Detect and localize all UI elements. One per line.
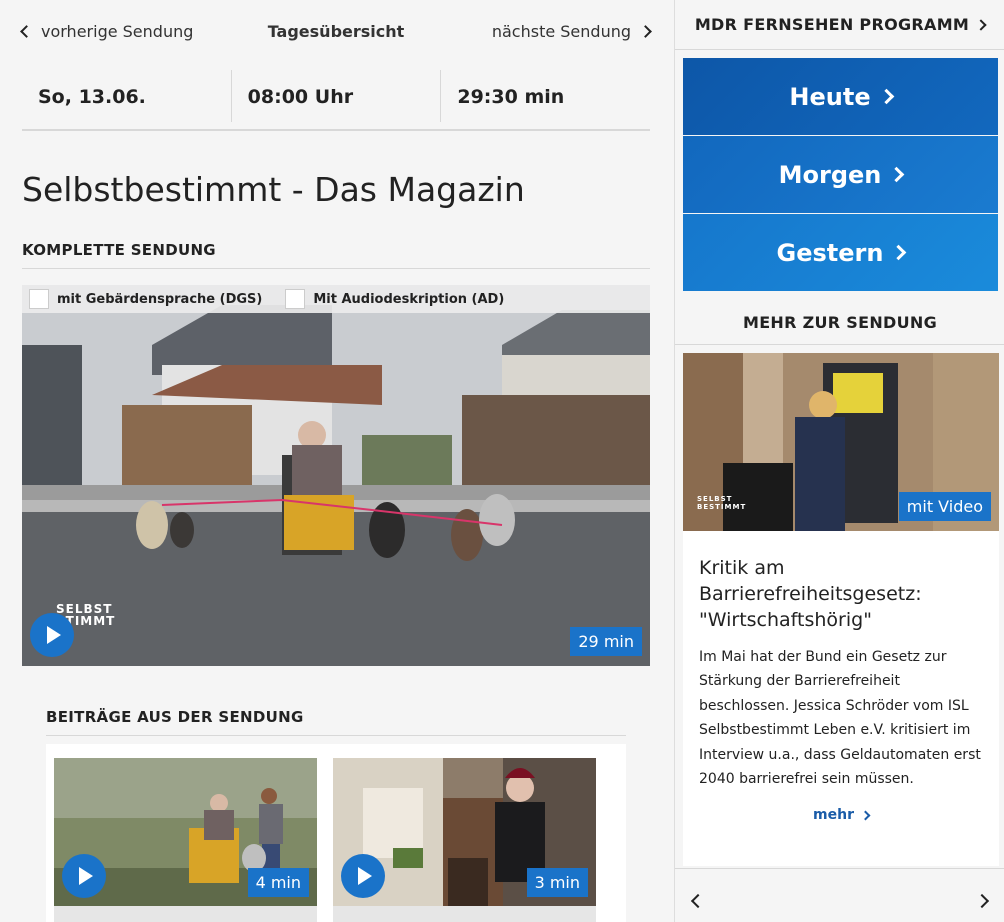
previous-teaser-button[interactable] — [689, 887, 707, 914]
accessibility-options: mit Gebärdensprache (DGS) Mit Audiodeskr… — [22, 285, 650, 313]
page-title: Selbstbestimmt - Das Magazin — [22, 170, 525, 209]
chevron-right-icon — [860, 810, 871, 820]
chevron-right-icon — [974, 893, 990, 909]
teaser-title[interactable]: Kritik am Barrierefreiheitsgesetz: "Wirt… — [699, 555, 989, 633]
ad-checkbox[interactable] — [285, 289, 306, 309]
day-button-label: Gestern — [776, 238, 884, 267]
broadcast-info-bar: So, 13.06. 08:00 Uhr 29:30 min — [22, 70, 650, 131]
program-navigation: vorherige Sendung Tagesübersicht nächste… — [20, 22, 652, 48]
duration-badge: 3 min — [526, 868, 588, 897]
duration-badge: 4 min — [247, 868, 309, 897]
chevron-left-icon — [690, 893, 706, 909]
play-icon — [358, 867, 372, 885]
play-icon — [79, 867, 93, 885]
day-button-today[interactable]: Heute — [683, 58, 998, 135]
sidebar: MDR FERNSEHEN PROGRAMM Heute Morgen Gest… — [674, 0, 1004, 922]
duration-badge: 29 min — [570, 627, 642, 656]
program-schedule-link[interactable]: MDR FERNSEHEN PROGRAMM — [675, 0, 1004, 50]
play-button[interactable] — [30, 613, 74, 657]
chevron-right-icon — [878, 88, 894, 105]
teaser-image[interactable]: SELBST BESTIMMT mit Video — [683, 353, 999, 531]
main-column: vorherige Sendung Tagesübersicht nächste… — [0, 0, 672, 922]
chevron-right-icon — [889, 166, 905, 183]
prev-broadcast-link[interactable]: vorherige Sendung — [20, 22, 194, 41]
play-icon — [47, 626, 61, 644]
teaser-card: Kritik am Barrierefreiheitsgesetz: "Wirt… — [683, 531, 999, 866]
chevron-right-icon — [639, 25, 652, 38]
chevron-left-icon — [20, 25, 33, 38]
more-link[interactable]: mehr — [683, 807, 999, 823]
day-button-label: Morgen — [778, 160, 882, 189]
next-broadcast-label: nächste Sendung — [491, 22, 631, 41]
more-about-show-heading: MEHR ZUR SENDUNG — [675, 300, 1004, 345]
video-player[interactable]: mit Gebärdensprache (DGS) Mit Audiodeskr… — [22, 285, 650, 666]
next-teaser-button[interactable] — [973, 887, 991, 914]
contribution-card[interactable]: 3 min — [333, 758, 596, 922]
dgs-option[interactable]: mit Gebärdensprache (DGS) — [29, 289, 262, 309]
contribution-card[interactable]: 4 min — [54, 758, 317, 922]
dgs-label: mit Gebärdensprache (DGS) — [57, 291, 263, 307]
program-schedule-label: MDR FERNSEHEN PROGRAMM — [694, 15, 970, 34]
prev-broadcast-label: vorherige Sendung — [41, 22, 194, 41]
video-badge: mit Video — [898, 492, 991, 521]
broadcast-date: So, 13.06. — [22, 70, 232, 122]
contributions-heading: BEITRÄGE AUS DER SENDUNG — [46, 708, 626, 736]
teaser-description: Im Mai hat der Bund ein Gesetz zur Stärk… — [699, 649, 981, 788]
video-still-image — [22, 285, 650, 666]
ad-option[interactable]: Mit Audiodeskription (AD) — [285, 289, 504, 309]
ad-label: Mit Audiodeskription (AD) — [313, 291, 505, 307]
daily-overview-link[interactable]: Tagesübersicht — [268, 22, 405, 41]
broadcast-duration: 29:30 min — [457, 86, 565, 108]
dgs-checkbox[interactable] — [29, 289, 49, 309]
teaser-pager — [675, 868, 1004, 922]
chevron-right-icon — [891, 244, 907, 261]
play-button[interactable] — [341, 854, 385, 898]
day-button-yesterday[interactable]: Gestern — [683, 214, 998, 291]
day-button-label: Heute — [789, 82, 871, 111]
more-link-label: mehr — [813, 807, 854, 823]
play-button[interactable] — [62, 854, 106, 898]
contributions-list: 4 min 3 min — [46, 744, 626, 922]
chevron-right-icon — [975, 18, 987, 31]
show-logo-watermark: SELBST BESTIMMT — [697, 495, 747, 511]
full-broadcast-heading: KOMPLETTE SENDUNG — [22, 241, 650, 269]
day-button-tomorrow[interactable]: Morgen — [683, 136, 998, 213]
next-broadcast-link[interactable]: nächste Sendung — [491, 22, 652, 41]
broadcast-time: 08:00 Uhr — [232, 70, 442, 122]
